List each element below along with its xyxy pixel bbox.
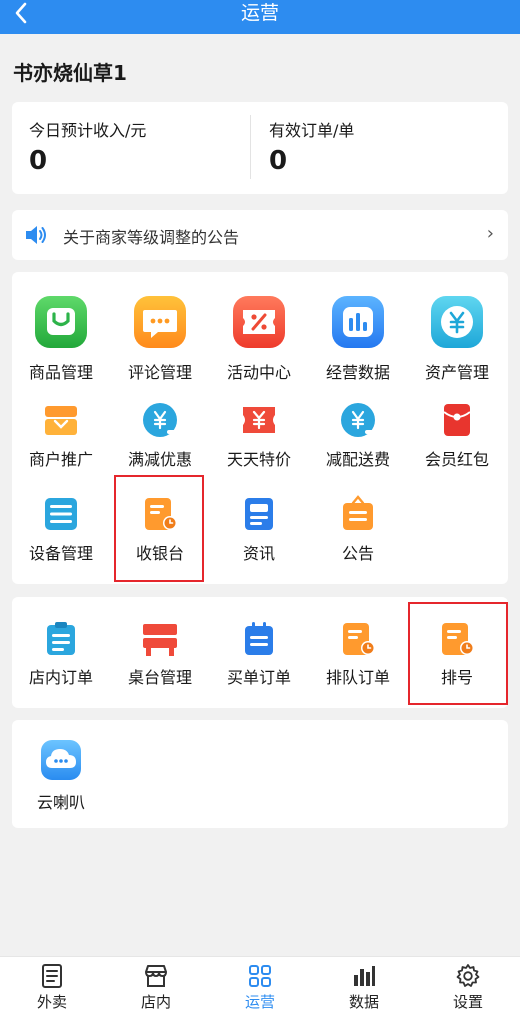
- announcement-icon: [343, 495, 373, 530]
- store-icon: [145, 965, 167, 987]
- grid-item-reviews[interactable]: 评论管理: [112, 294, 208, 383]
- orders-stat: 有效订单/单 0: [269, 102, 489, 194]
- tab-label: 运营: [244, 993, 275, 1011]
- tab-label: 数据: [348, 993, 379, 1011]
- notice-bar[interactable]: 关于商家等级调整的公告 ›: [12, 210, 508, 260]
- comment-icon: [134, 296, 186, 348]
- queue-order-icon: [343, 623, 375, 655]
- bar-stats-icon: [354, 966, 375, 986]
- tab-label: 外卖: [36, 993, 67, 1011]
- grid-item-news[interactable]: 资讯: [211, 494, 307, 564]
- grid-item-label: 店内订单: [28, 668, 93, 687]
- bar-chart-icon: [332, 296, 384, 348]
- cloud-speaker-icon: [41, 740, 81, 780]
- grid-item-label: 公告: [341, 544, 374, 563]
- grid-item-dine-in-orders[interactable]: 店内订单: [13, 619, 109, 688]
- grid-item-red-envelope[interactable]: 会员红包: [409, 400, 505, 470]
- income-stat: 今日预计收入/元 0: [29, 102, 249, 194]
- yen-ticket-icon: [243, 407, 275, 433]
- grid-item-announcement[interactable]: 公告: [310, 494, 406, 564]
- queue-number-highlight-box: [408, 602, 508, 705]
- grid-item-label: 评论管理: [127, 363, 192, 382]
- grid-item-pay-orders[interactable]: 买单订单: [211, 619, 307, 688]
- news-icon: [245, 498, 273, 530]
- yen-delivery-icon: [341, 403, 375, 437]
- chevron-right-icon: ›: [486, 223, 494, 244]
- grid-item-label: 会员红包: [424, 450, 489, 469]
- store-name: 书亦烧仙草1: [13, 61, 127, 85]
- grid-item-label: 资产管理: [424, 363, 489, 382]
- grid-item-products[interactable]: 商品管理: [13, 294, 109, 383]
- shopping-bag-icon: [35, 296, 87, 348]
- grid-item-promotion[interactable]: 商户推广: [13, 400, 109, 470]
- grid-icon: [249, 965, 271, 987]
- grid-item-business-data[interactable]: 经营数据: [310, 294, 406, 383]
- income-value: 0: [29, 146, 48, 176]
- tab-label: 设置: [452, 993, 483, 1011]
- tab-in-store[interactable]: 店内: [104, 957, 208, 1024]
- list-doc-icon: [42, 964, 62, 988]
- stats-card: 今日预计收入/元 0 有效订单/单 0: [12, 102, 508, 194]
- device-list-icon: [45, 498, 77, 530]
- bottom-tab-bar: 外卖 店内 运营 数据 设置: [0, 956, 520, 1024]
- red-envelope-icon: [443, 404, 471, 436]
- grid-item-daily-deal[interactable]: 天天特价: [211, 400, 307, 470]
- bottom-safe-area: [0, 1016, 520, 1024]
- grid-item-cloud-speaker[interactable]: 云喇叭: [13, 738, 109, 813]
- grid-item-label: 排队订单: [325, 668, 390, 687]
- tab-settings[interactable]: 设置: [416, 957, 520, 1024]
- grid-item-assets[interactable]: 资产管理: [409, 294, 505, 383]
- grid-item-label: 买单订单: [226, 668, 291, 687]
- calendar-order-icon: [245, 622, 273, 655]
- speaker-icon: [24, 224, 48, 246]
- table-icon: [143, 624, 177, 656]
- stat-divider: [250, 115, 251, 179]
- gear-icon: [456, 964, 480, 987]
- grid-item-delivery-fee[interactable]: 减配送费: [310, 400, 406, 470]
- yen-discount-icon: [143, 403, 177, 437]
- coupon-icon: [233, 296, 285, 348]
- cashier-highlight-box: [114, 475, 204, 582]
- grid-item-label: 商品管理: [28, 363, 93, 382]
- grid-item-label: 经营数据: [325, 363, 390, 382]
- income-label: 今日预计收入/元: [29, 121, 147, 140]
- top-bar: 运营: [0, 0, 520, 34]
- clipboard-icon: [47, 622, 75, 655]
- grid-item-label: 满减优惠: [127, 450, 192, 469]
- grid-item-label: 活动中心: [226, 363, 291, 382]
- grid-item-label: 减配送费: [325, 450, 390, 469]
- grid-item-label: 设备管理: [28, 544, 93, 563]
- grid-item-label: 桌台管理: [127, 668, 192, 687]
- extra-grid: 云喇叭: [12, 720, 508, 828]
- yen-coin-icon: [431, 296, 483, 348]
- grid-item-discount[interactable]: 满减优惠: [112, 400, 208, 470]
- grid-item-activity[interactable]: 活动中心: [211, 294, 307, 383]
- main-function-grid: 商品管理 评论管理 活动中心 经营数据 资产管理 商户推广 满减优惠 天天特价 …: [12, 272, 508, 584]
- grid-item-tables[interactable]: 桌台管理: [112, 619, 208, 688]
- grid-item-label: 云喇叭: [36, 793, 85, 812]
- grid-item-label: 天天特价: [226, 450, 291, 469]
- orders-value: 0: [269, 146, 288, 176]
- tab-takeout[interactable]: 外卖: [0, 957, 104, 1024]
- orders-label: 有效订单/单: [269, 121, 355, 140]
- promotion-icon: [45, 406, 77, 435]
- grid-item-queue-orders[interactable]: 排队订单: [310, 619, 406, 688]
- page-title: 运营: [240, 2, 279, 24]
- grid-item-label: 商户推广: [28, 450, 93, 469]
- grid-item-devices[interactable]: 设备管理: [13, 494, 109, 564]
- grid-item-label: 资讯: [242, 544, 275, 563]
- notice-text: 关于商家等级调整的公告: [63, 228, 240, 247]
- tab-operations[interactable]: 运营: [208, 957, 312, 1024]
- tab-data[interactable]: 数据: [312, 957, 416, 1024]
- tab-label: 店内: [140, 993, 171, 1011]
